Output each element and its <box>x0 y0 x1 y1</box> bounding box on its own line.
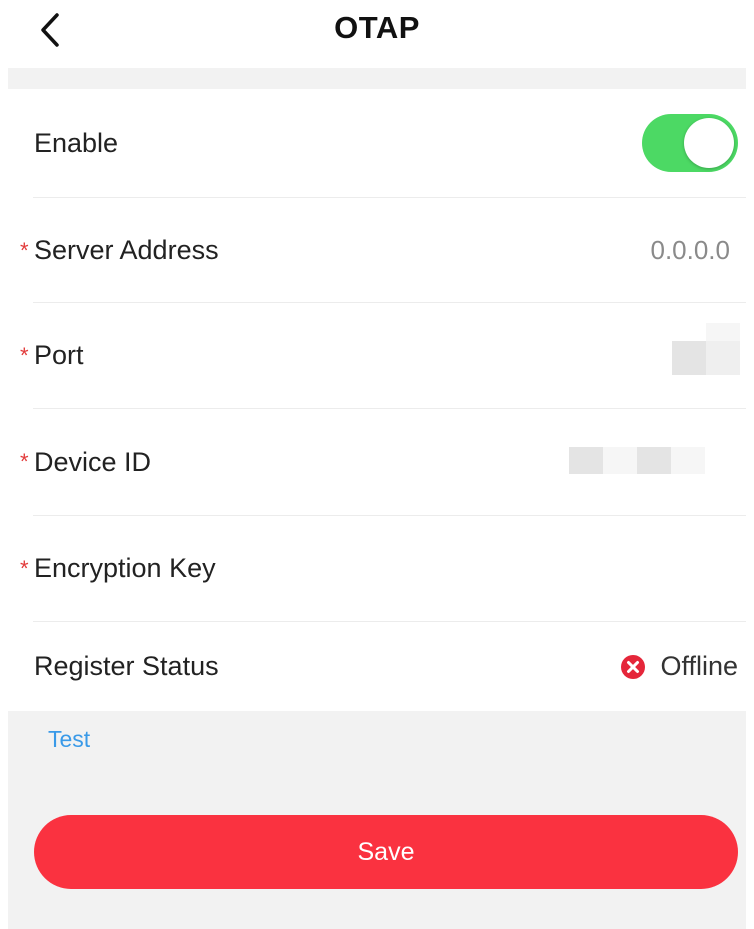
port-value-masked <box>706 341 740 375</box>
device-id-value-masked <box>603 447 637 474</box>
error-circle-icon <box>621 654 646 679</box>
enable-label: Enable <box>34 127 119 158</box>
enable-toggle[interactable] <box>642 114 738 172</box>
device-id-value-masked <box>671 447 705 474</box>
port-label: Port <box>34 340 84 370</box>
required-mark: * <box>20 342 29 368</box>
port-value-masked[interactable] <box>672 341 706 375</box>
app-header: OTAP <box>0 0 754 62</box>
required-mark: * <box>20 555 29 581</box>
register-status: Offline <box>620 651 738 682</box>
device-id-value-masked <box>637 447 671 474</box>
register-status-label: Register Status <box>34 651 219 681</box>
encryption-key-row[interactable]: * Encryption Key <box>8 516 746 621</box>
edge-strip <box>746 0 754 929</box>
server-address-label: Server Address <box>34 235 219 265</box>
page-title: OTAP <box>334 10 420 45</box>
port-row[interactable]: * Port <box>8 303 746 408</box>
toggle-knob <box>684 118 734 168</box>
server-address-row[interactable]: * Server Address 0.0.0.0 <box>8 198 746 303</box>
required-mark: * <box>20 449 29 474</box>
register-status-value: Offline <box>660 651 738 681</box>
settings-card: Enable * Server Address 0.0.0.0 * Port *… <box>8 89 746 711</box>
enable-row: Enable <box>8 89 746 197</box>
register-status-row: Register Status Offline <box>8 622 746 711</box>
test-link[interactable]: Test <box>48 726 90 753</box>
required-mark: * <box>20 237 29 263</box>
save-button[interactable]: Save <box>34 815 738 889</box>
encryption-key-label: Encryption Key <box>34 553 216 583</box>
device-id-value-masked[interactable] <box>569 447 603 474</box>
device-id-label: Device ID <box>34 446 152 477</box>
server-address-value[interactable]: 0.0.0.0 <box>650 235 730 266</box>
port-value-masked <box>706 323 740 341</box>
